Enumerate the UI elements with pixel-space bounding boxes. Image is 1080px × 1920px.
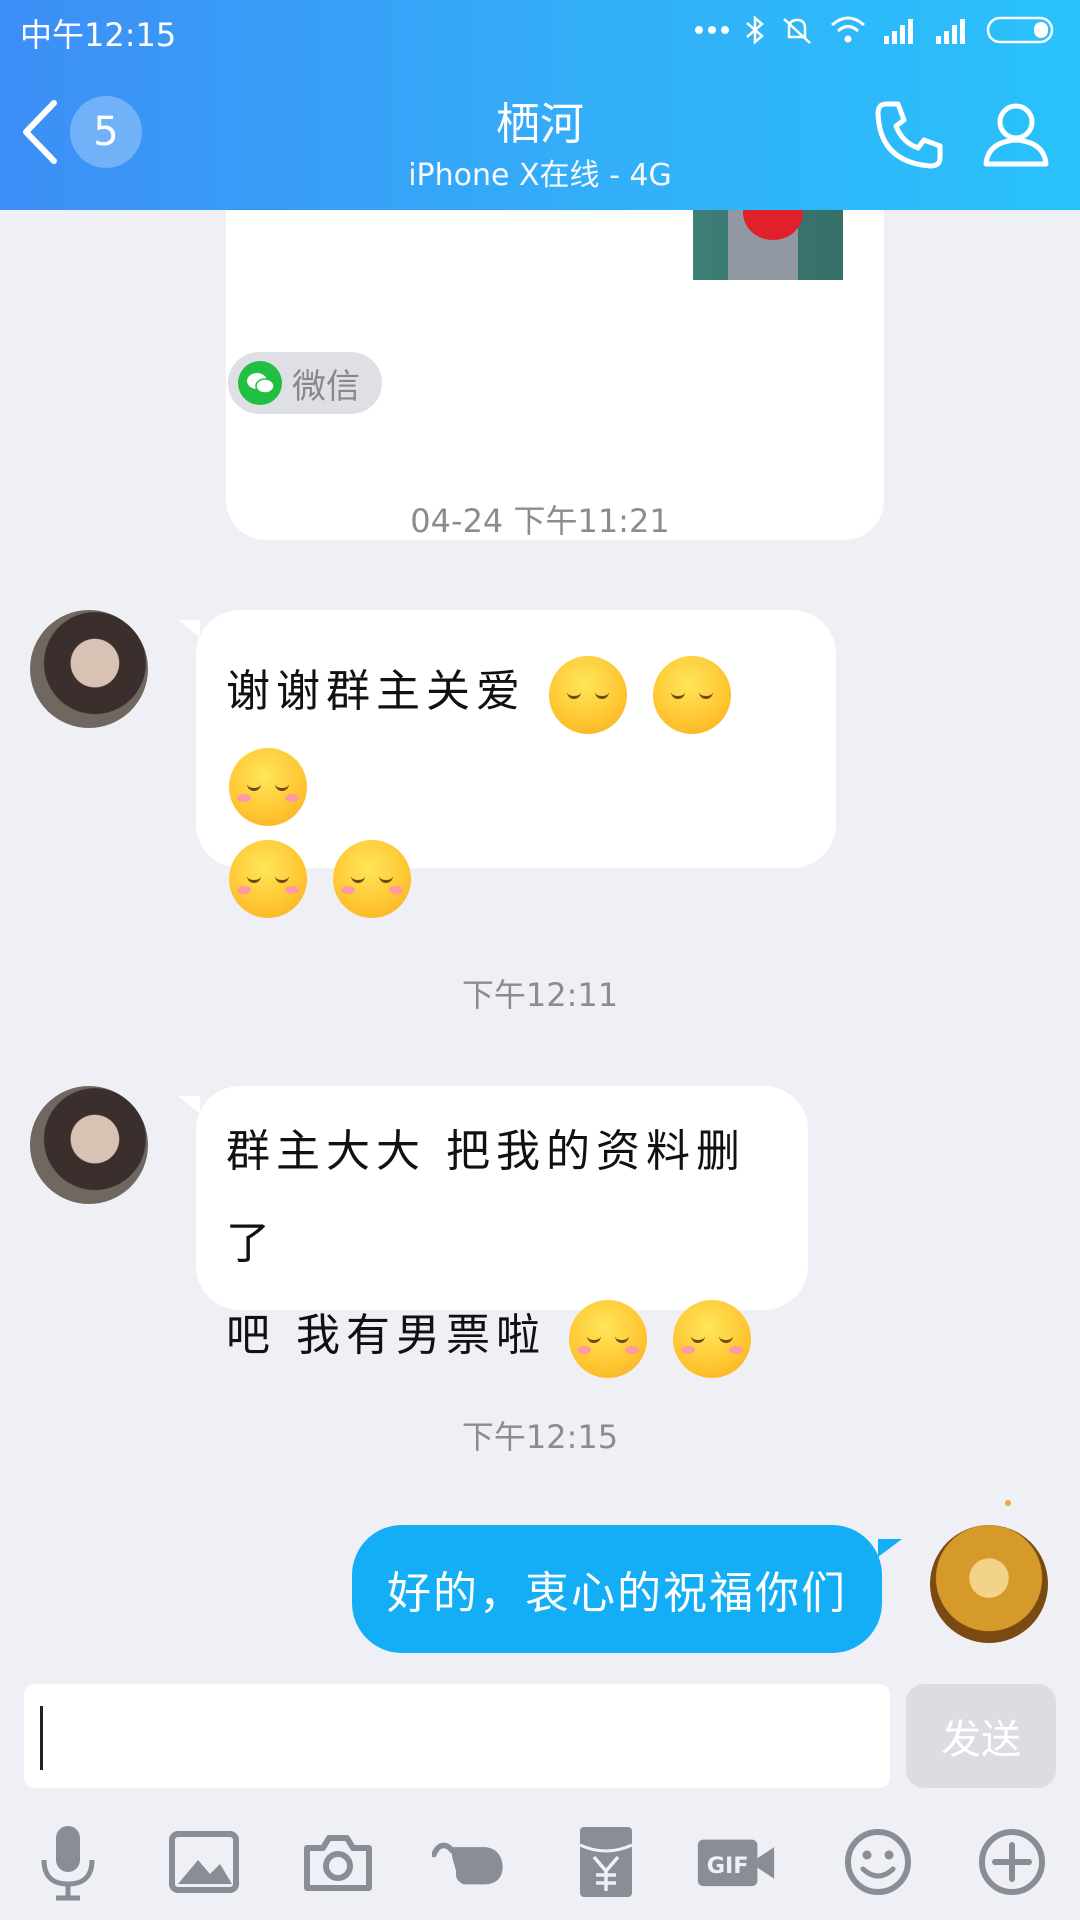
red-packet-button[interactable] [566,1822,646,1902]
shy-emoji-icon [569,1299,647,1378]
source-label: 微信 [292,366,360,407]
input-bar: 发送 GIF [0,1680,1080,1920]
shy-emoji-icon [333,839,411,918]
voice-button[interactable] [28,1822,108,1902]
mic-icon [41,1826,95,1901]
gif-button[interactable]: GIF [696,1822,776,1902]
article-thumbnail [693,210,843,280]
signal-1-icon [884,19,913,44]
avatar-decoration [1005,1500,1011,1506]
laugh-emoji-icon [229,747,307,826]
chat-header: 中午12:15 5 栖河 iPhone X在线 - 4G [0,0,1080,210]
camera-icon [304,1835,372,1891]
contact-avatar[interactable] [30,1086,148,1204]
plus-icon [979,1829,1045,1895]
shy-emoji-icon [673,1299,751,1378]
contact-avatar[interactable] [30,610,148,728]
message-text: 谢谢群主关爱 [226,666,526,717]
timestamp: 04-24 下午11:21 [410,502,670,540]
gif-label: GIF [707,1853,749,1879]
mute-bell-icon [783,18,811,44]
hand-icon [432,1842,503,1885]
outgoing-message[interactable]: 好的，衷心的祝福你们 [352,1525,902,1653]
incoming-message[interactable]: 谢谢群主关爱 [178,610,836,918]
timestamp: 下午12:11 [461,976,619,1014]
phone-icon [875,101,943,169]
gif-icon: GIF [697,1839,775,1887]
smile-emoji-icon [653,655,731,734]
laugh-emoji-icon [229,839,307,918]
wechat-icon [238,361,282,405]
red-packet-icon [579,1827,633,1897]
bluetooth-icon [746,15,764,45]
send-button[interactable]: 发送 [906,1684,1056,1788]
source-tag[interactable]: 微信 [228,352,382,414]
status-time: 中午12:15 [20,16,177,54]
emoji-button[interactable] [838,1822,918,1902]
signal-2-icon [936,19,965,44]
smile-emoji-icon [549,655,627,734]
image-button[interactable] [164,1822,244,1902]
profile-button[interactable] [980,98,1052,174]
battery-icon [986,16,1054,44]
profile-icon [983,103,1049,167]
more-button[interactable] [972,1822,1052,1902]
image-icon [169,1831,239,1893]
incoming-message[interactable]: 群主大大 把我的资料删了 吧 我有男票啦 [178,1086,808,1378]
more-dots-icon [695,26,729,34]
poke-button[interactable] [432,1822,512,1902]
wifi-icon [831,16,865,43]
message-text-line1: 群主大大 把我的资料删了 [226,1126,746,1269]
text-caret [40,1706,43,1770]
chat-area[interactable]: ... 微信 04-24 下午11:21 谢谢群主关爱 下午12:11 群主大大… [0,210,1080,1680]
message-text-line2: 吧 我有男票啦 [226,1310,546,1361]
call-button[interactable] [872,98,946,176]
message-input[interactable] [24,1684,890,1788]
camera-button[interactable] [298,1822,378,1902]
message-text: 好的，衷心的祝福你们 [387,1568,847,1619]
my-avatar[interactable] [930,1525,1048,1643]
status-icons [694,12,1058,48]
emoji-icon [845,1829,911,1895]
timestamp: 下午12:15 [461,1418,619,1456]
